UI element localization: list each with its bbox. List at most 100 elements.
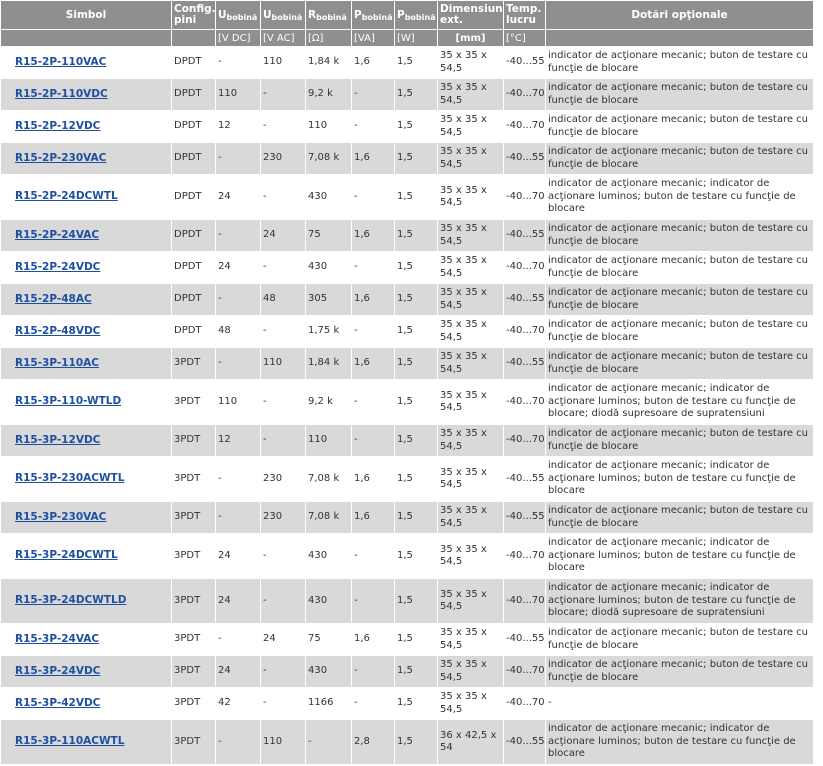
product-link[interactable]: R15-3P-12VDC xyxy=(15,434,100,446)
cell-config: DPDT xyxy=(171,315,216,348)
cell-p-w: 1,5 xyxy=(394,655,438,688)
table-row: R15-3P-230ACWTL 3PDT - 230 7,08 k 1,6 1,… xyxy=(0,456,814,502)
product-link[interactable]: R15-3P-24VAC xyxy=(15,633,99,645)
cell-simbol: R15-2P-48VDC xyxy=(0,315,172,348)
cell-p-va: - xyxy=(351,687,395,720)
cell-dotari: indicator de acţionare mecanic; indicato… xyxy=(545,174,814,220)
cell-temp: -40...70 xyxy=(503,110,546,143)
table-row: R15-3P-24DCWTL 3PDT 24 - 430 - 1,5 35 x … xyxy=(0,533,814,579)
product-link[interactable]: R15-3P-24VDC xyxy=(15,665,100,677)
p-va-symbol: P xyxy=(354,8,362,21)
cell-r: 75 xyxy=(305,623,352,656)
r-subscript: bobină xyxy=(316,12,347,22)
cell-simbol: R15-3P-42VDC xyxy=(0,687,172,720)
cell-u-dc: 24 xyxy=(215,533,261,579)
cell-simbol: R15-3P-230VAC xyxy=(0,501,172,534)
col-header-simbol: Simbol xyxy=(0,0,172,30)
cell-temp: -40...55 xyxy=(503,456,546,502)
cell-r: 1,75 k xyxy=(305,315,352,348)
cell-p-w: 1,5 xyxy=(394,424,438,457)
cell-dim: 35 x 35 x 54,5 xyxy=(437,315,504,348)
product-link[interactable]: R15-2P-110VAC xyxy=(15,56,106,68)
cell-config: 3PDT xyxy=(171,533,216,579)
cell-u-ac: - xyxy=(260,174,306,220)
product-link[interactable]: R15-2P-230VAC xyxy=(15,152,106,164)
col-header-dim: Dimensiuni ext. xyxy=(437,0,504,30)
u-ac-subscript: bobină xyxy=(271,12,303,22)
cell-u-dc: 110 xyxy=(215,379,261,425)
cell-p-va: - xyxy=(351,379,395,425)
product-link[interactable]: R15-2P-110VDC xyxy=(15,88,108,100)
cell-r: 430 xyxy=(305,251,352,284)
cell-p-va: 1,6 xyxy=(351,142,395,175)
cell-dim: 35 x 35 x 54,5 xyxy=(437,655,504,688)
cell-u-dc: 12 xyxy=(215,110,261,143)
cell-u-ac: - xyxy=(260,424,306,457)
cell-dim: 35 x 35 x 54,5 xyxy=(437,456,504,502)
cell-r: 9,2 k xyxy=(305,379,352,425)
cell-u-ac: 230 xyxy=(260,501,306,534)
cell-dotari: indicator de acţionare mecanic; buton de… xyxy=(545,315,814,348)
cell-dotari: indicator de acţionare mecanic; buton de… xyxy=(545,655,814,688)
cell-p-va: 1,6 xyxy=(351,456,395,502)
cell-p-va: - xyxy=(351,174,395,220)
col-header-u-ac: Ubobină xyxy=(260,0,306,30)
product-link[interactable]: R15-3P-230ACWTL xyxy=(15,472,124,484)
cell-simbol: R15-3P-110ACWTL xyxy=(0,719,172,765)
cell-temp: -40...55 xyxy=(503,719,546,765)
cell-dotari: - xyxy=(545,687,814,720)
cell-simbol: R15-2P-24VDC xyxy=(0,251,172,284)
product-link[interactable]: R15-3P-42VDC xyxy=(15,697,100,709)
product-link[interactable]: R15-2P-24VAC xyxy=(15,229,99,241)
table-row: R15-3P-24VAC 3PDT - 24 75 1,6 1,5 35 x 3… xyxy=(0,623,814,656)
product-link[interactable]: R15-3P-230VAC xyxy=(15,511,106,523)
product-link[interactable]: R15-2P-48AC xyxy=(15,293,92,305)
cell-u-dc: - xyxy=(215,219,261,252)
product-link[interactable]: R15-2P-24VDC xyxy=(15,261,100,273)
cell-temp: -40...70 xyxy=(503,578,546,624)
cell-p-w: 1,5 xyxy=(394,78,438,111)
cell-u-dc: 48 xyxy=(215,315,261,348)
cell-p-w: 1,5 xyxy=(394,110,438,143)
product-link[interactable]: R15-2P-12VDC xyxy=(15,120,100,132)
cell-temp: -40...55 xyxy=(503,623,546,656)
col-header-u-dc: Ubobină xyxy=(215,0,261,30)
cell-dotari: indicator de acţionare mecanic; buton de… xyxy=(545,623,814,656)
cell-r: 9,2 k xyxy=(305,78,352,111)
table-row: R15-3P-110-WTLD 3PDT 110 - 9,2 k - 1,5 3… xyxy=(0,379,814,425)
cell-r: 430 xyxy=(305,655,352,688)
table-row: R15-3P-110AC 3PDT - 110 1,84 k 1,6 1,5 3… xyxy=(0,347,814,380)
cell-u-ac: - xyxy=(260,379,306,425)
product-link[interactable]: R15-3P-24DCWTL xyxy=(15,549,118,561)
cell-p-w: 1,5 xyxy=(394,347,438,380)
cell-p-w: 1,5 xyxy=(394,533,438,579)
cell-dotari: indicator de acţionare mecanic; buton de… xyxy=(545,424,814,457)
cell-config: DPDT xyxy=(171,46,216,79)
cell-u-ac: 48 xyxy=(260,283,306,316)
product-link[interactable]: R15-2P-24DCWTL xyxy=(15,190,118,202)
u-dc-subscript: bobină xyxy=(226,12,258,22)
cell-dotari: indicator de acţionare mecanic; buton de… xyxy=(545,219,814,252)
cell-config: 3PDT xyxy=(171,687,216,720)
r-symbol: R xyxy=(308,8,317,21)
cell-u-ac: 110 xyxy=(260,46,306,79)
cell-config: DPDT xyxy=(171,283,216,316)
cell-config: DPDT xyxy=(171,78,216,111)
table-row: R15-2P-24DCWTL DPDT 24 - 430 - 1,5 35 x … xyxy=(0,174,814,220)
cell-p-w: 1,5 xyxy=(394,142,438,175)
col-header-p-va: Pbobină xyxy=(351,0,395,30)
cell-config: 3PDT xyxy=(171,347,216,380)
product-link[interactable]: R15-3P-110AC xyxy=(15,357,99,369)
product-link[interactable]: R15-3P-110ACWTL xyxy=(15,735,124,747)
cell-temp: -40...70 xyxy=(503,251,546,284)
cell-simbol: R15-2P-110VDC xyxy=(0,78,172,111)
cell-r: 7,08 k xyxy=(305,501,352,534)
relay-spec-table: Simbol Config. pini Ubobină Ubobină Rbob… xyxy=(0,0,814,765)
cell-temp: -40...70 xyxy=(503,655,546,688)
cell-u-ac: - xyxy=(260,251,306,284)
product-link[interactable]: R15-3P-110-WTLD xyxy=(15,395,121,407)
product-link[interactable]: R15-2P-48VDC xyxy=(15,325,100,337)
cell-p-va: 1,6 xyxy=(351,46,395,79)
product-link[interactable]: R15-3P-24DCWTLD xyxy=(15,594,126,606)
cell-dotari: indicator de acţionare mecanic; indicato… xyxy=(545,719,814,765)
